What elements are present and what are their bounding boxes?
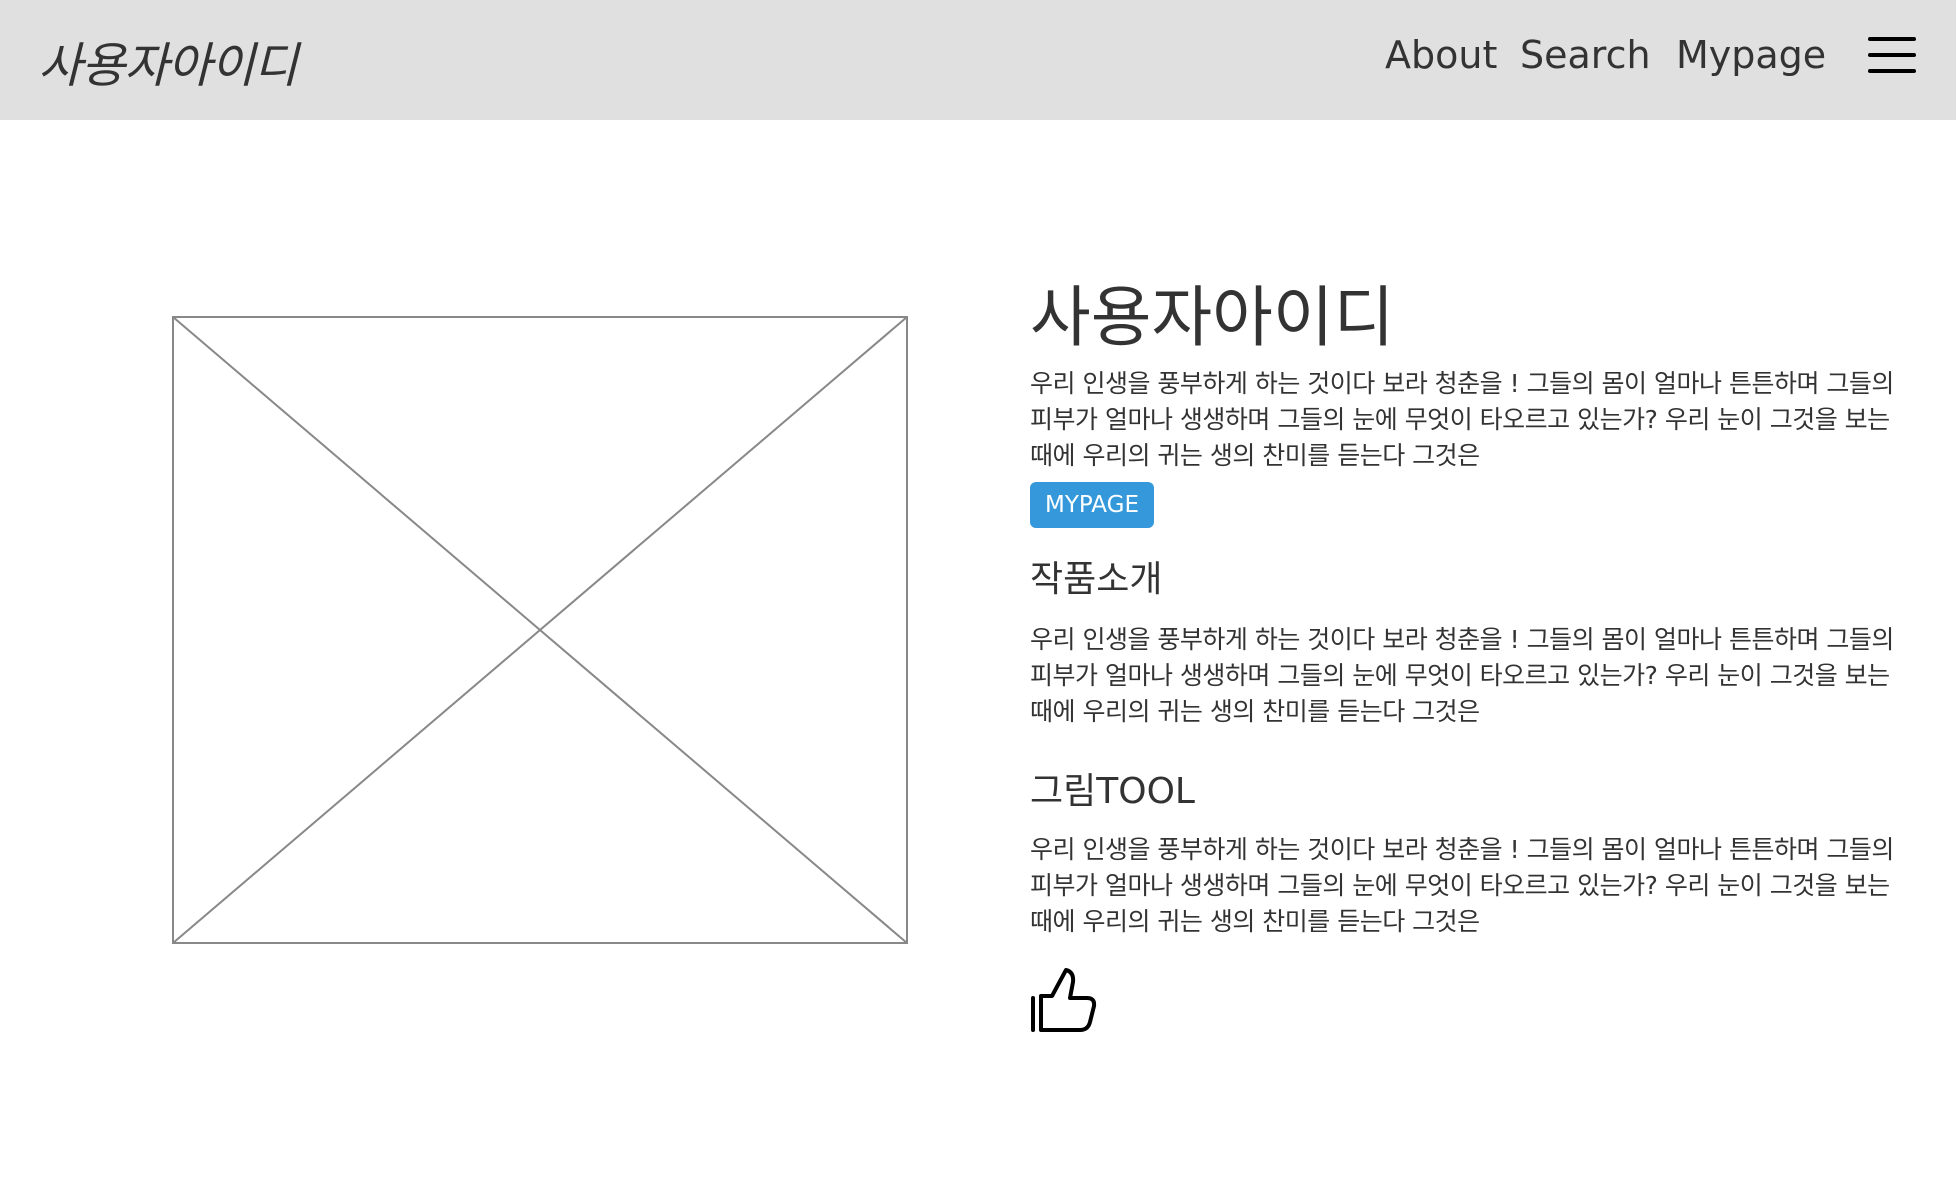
section-text-works: 우리 인생을 풍부하게 하는 것이다 보라 청춘을 ! 그들의 몸이 얼마나 튼…	[1030, 625, 1894, 726]
section-title-works: 작품소개	[1030, 559, 1163, 600]
nav-link-about[interactable]: About	[1385, 33, 1497, 77]
nav-link-mypage[interactable]: Mypage	[1676, 33, 1826, 77]
hamburger-icon[interactable]	[1868, 37, 1916, 75]
mypage-button[interactable]: MYPAGE	[1030, 482, 1154, 528]
section-title-tools: 그림TOOL	[1030, 771, 1195, 812]
image-placeholder-icon	[172, 316, 908, 944]
profile-content: 사용자아이디 우리 인생을 풍부하게 하는 것이다 보라 청춘을 ! 그들의 몸…	[1030, 270, 1910, 1034]
brand-title[interactable]: 사용자아이디	[38, 26, 298, 96]
profile-intro: 우리 인생을 풍부하게 하는 것이다 보라 청춘을 ! 그들의 몸이 얼마나 튼…	[1030, 369, 1894, 470]
profile-title: 사용자아이디	[1030, 279, 1395, 356]
section-text-tools: 우리 인생을 풍부하게 하는 것이다 보라 청춘을 ! 그들의 몸이 얼마나 튼…	[1030, 835, 1894, 936]
nav-link-search[interactable]: Search	[1520, 33, 1651, 77]
thumbs-up-icon[interactable]	[1030, 966, 1098, 1034]
top-navbar: 사용자아이디 About Search Mypage	[0, 0, 1956, 120]
